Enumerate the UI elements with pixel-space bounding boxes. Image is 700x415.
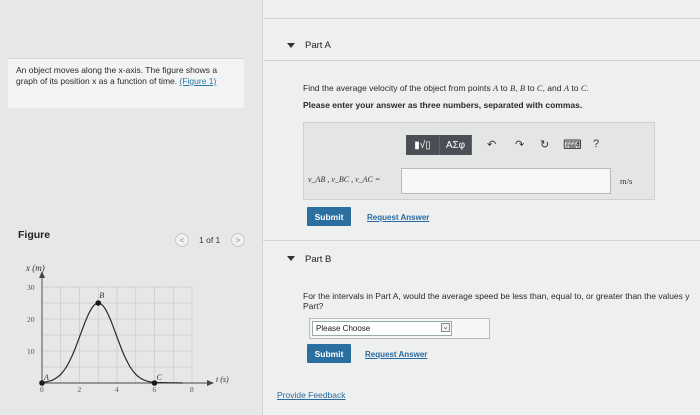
velocity-answer-input[interactable]: [401, 168, 611, 194]
x-tick-label: 8: [190, 385, 194, 394]
figure-label: Figure: [18, 229, 51, 241]
templates-button[interactable]: ▮√▯: [406, 135, 440, 155]
undo-icon[interactable]: ↶: [487, 138, 496, 151]
y-tick-label: 30: [27, 283, 35, 292]
chevron-left-icon: <: [179, 235, 185, 245]
part-a-submit-button[interactable]: Submit: [307, 207, 351, 226]
next-figure-button[interactable]: >: [231, 233, 245, 247]
help-button[interactable]: ?: [593, 138, 599, 150]
point-label-a: A: [43, 373, 49, 382]
unit-label: m/s: [620, 176, 633, 186]
position-curve: [41, 302, 183, 384]
x-tick-label: 4: [115, 385, 119, 394]
figure-pager: 1 of 1: [199, 235, 221, 245]
part-b-submit-button[interactable]: Submit: [307, 344, 351, 363]
velocity-variables-label: v_AB , v_BC , v_AC =: [308, 175, 381, 184]
collapse-caret-icon[interactable]: [287, 256, 295, 261]
part-a-prompt: Find the average velocity of the object …: [303, 83, 589, 93]
part-b-prompt-continued: Part?: [303, 301, 324, 311]
part-b-prompt: For the intervals in Part A, would the a…: [303, 291, 690, 301]
provide-feedback-link[interactable]: Provide Feedback: [277, 390, 346, 400]
point-label-b: B: [99, 291, 104, 300]
reset-icon[interactable]: ↻: [540, 138, 549, 151]
symbols-button[interactable]: ΑΣφ: [440, 135, 472, 155]
x-tick-label: 2: [78, 385, 82, 394]
y-tick-label: 10: [27, 347, 35, 356]
prev-figure-button[interactable]: <: [175, 233, 189, 247]
problem-statement: An object moves along the x-axis. The fi…: [16, 65, 236, 87]
part-b-request-answer-link[interactable]: Request Answer: [365, 350, 427, 359]
data-point-b: [95, 300, 102, 306]
x-tick-label: 6: [153, 385, 157, 394]
y-tick-label: 20: [27, 315, 35, 324]
redo-icon[interactable]: ↷: [515, 138, 524, 151]
y-axis-label: x (m): [25, 263, 45, 273]
part-a-rule: [263, 60, 700, 61]
select-value[interactable]: Please Choose: [312, 321, 452, 336]
x-axis-label: t (s): [216, 375, 229, 384]
chevron-right-icon: >: [235, 235, 241, 245]
part-b-title: Part B: [305, 254, 332, 265]
chevron-down-icon[interactable]: ⌄: [441, 323, 450, 332]
point-label-c: C: [157, 373, 163, 382]
part-b-rule: [263, 240, 700, 241]
part-a-instruction: Please enter your answer as three number…: [303, 100, 583, 110]
fraction-root-icon: ▮√▯: [414, 139, 431, 151]
keyboard-icon[interactable]: ⌨: [563, 137, 582, 153]
position-time-graph: x (m) t (s) 0 2 4 6 8 10 20 30 A B C: [25, 263, 229, 394]
part-a-request-answer-link[interactable]: Request Answer: [367, 213, 429, 222]
x-tick-label: 0: [40, 385, 44, 394]
math-toolbar: ▮√▯ ΑΣφ: [406, 135, 472, 155]
collapse-caret-icon[interactable]: [287, 43, 295, 48]
x-axis-arrow-icon: [207, 380, 214, 386]
figure-link[interactable]: (Figure 1): [180, 76, 217, 86]
top-rule: [263, 18, 700, 19]
part-a-title: Part A: [305, 40, 331, 51]
